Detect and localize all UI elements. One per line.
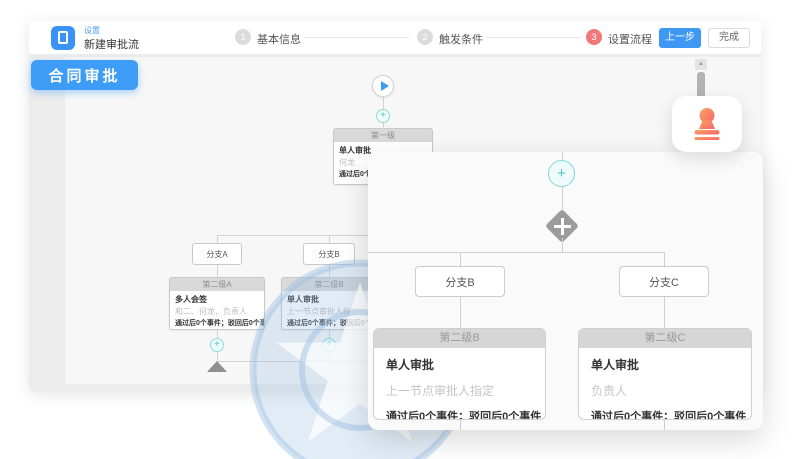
- approval-node-level2b[interactable]: 第二级B 单人审批 上一节点审批人指定 通过后0个事件；驳回后0个事件: [373, 328, 546, 420]
- connector: [664, 420, 665, 430]
- node-type: 单人审批: [591, 356, 741, 373]
- connector: [664, 297, 665, 328]
- node-title: 第一级: [334, 129, 432, 142]
- finish-button[interactable]: 完成: [708, 28, 750, 48]
- scrollbar-up-button[interactable]: ▲: [695, 59, 707, 70]
- node-type: 单人审批: [287, 294, 371, 306]
- connector: [217, 235, 218, 243]
- connector: [217, 235, 389, 236]
- connector: [368, 252, 664, 253]
- connector: [562, 238, 563, 252]
- connector: [329, 235, 330, 243]
- step-connector: [305, 37, 409, 38]
- node-title: 第二级B: [374, 329, 545, 348]
- node-events: 通过后0个事件；驳回后0个事件: [287, 318, 371, 329]
- branch-node-b[interactable]: 分支B: [303, 243, 355, 265]
- connector: [217, 352, 218, 361]
- connector: [460, 420, 461, 430]
- connector: [217, 265, 218, 277]
- page-title: 新建审批流: [84, 36, 139, 52]
- step-3-label[interactable]: 设置流程: [608, 31, 652, 47]
- add-node-button[interactable]: +: [376, 109, 390, 123]
- connector: [460, 297, 461, 328]
- branch-node-b[interactable]: 分支B: [415, 266, 505, 297]
- document-icon: [58, 31, 68, 44]
- step-3-circle[interactable]: 3: [586, 29, 602, 45]
- add-node-button[interactable]: +: [210, 338, 224, 352]
- step-connector: [487, 37, 581, 38]
- node-events: 通过后0个事件；驳回后0个事件: [591, 408, 741, 420]
- stamp-card: [672, 96, 742, 152]
- node-events: 通过后0个事件；驳回后0个事件: [175, 318, 259, 329]
- approval-node-level2b[interactable]: 第二级B 单人审批 上一节点审批人指定 通过后0个事件；驳回后0个事件: [281, 277, 377, 330]
- prev-step-button[interactable]: 上一步: [659, 28, 701, 48]
- step-2-circle[interactable]: 2: [417, 29, 433, 45]
- branch-node-c[interactable]: 分支C: [619, 266, 709, 297]
- connector: [329, 265, 330, 277]
- connector: [664, 252, 665, 266]
- merge-arrow-icon: [207, 361, 227, 372]
- stamp-icon: [689, 106, 725, 142]
- step-2-label[interactable]: 触发条件: [439, 31, 483, 47]
- node-assignee: 上一节点审批人指定: [386, 382, 535, 399]
- connector: [329, 352, 330, 361]
- step-1-label[interactable]: 基本信息: [257, 31, 301, 47]
- flow-name-badge: 合同审批: [31, 60, 138, 90]
- screen: 设置 新建审批流 1 基本信息 2 触发条件 3 设置流程 上一步 完成 +: [0, 0, 792, 459]
- start-node[interactable]: [372, 75, 394, 97]
- plus-icon: [561, 218, 564, 235]
- add-node-button[interactable]: +: [322, 338, 336, 352]
- node-assignee: 负责人: [591, 382, 741, 399]
- branch-node-a[interactable]: 分支A: [192, 243, 242, 265]
- connector: [383, 97, 384, 109]
- connector: [217, 330, 218, 338]
- node-assignee: 和二、何龙、负责人: [175, 306, 259, 318]
- app-logo-icon: [51, 26, 75, 50]
- node-title: 第二级C: [579, 329, 751, 348]
- node-title: 第二级B: [282, 278, 376, 291]
- app-section-label: 设置: [84, 25, 100, 36]
- step-1-circle[interactable]: 1: [235, 29, 251, 45]
- zoom-preview-panel: + 分支B 分支C 第二级B 单人审批 上一节点审批人指定 通过后0个事件；驳回…: [368, 152, 763, 430]
- add-node-button[interactable]: +: [548, 160, 575, 187]
- node-assignee: 上一节点审批人指定: [287, 306, 371, 318]
- approval-node-level2c[interactable]: 第二级C 单人审批 负责人 通过后0个事件；驳回后0个事件: [578, 328, 752, 420]
- header-bar: 设置 新建审批流 1 基本信息 2 触发条件 3 设置流程 上一步 完成: [29, 21, 761, 54]
- connector: [460, 252, 461, 266]
- node-events: 通过后0个事件；驳回后0个事件: [386, 408, 535, 420]
- approval-node-level2a[interactable]: 第二级A 多人会签 和二、何龙、负责人 通过后0个事件；驳回后0个事件: [169, 277, 265, 330]
- node-title: 第二级A: [170, 278, 264, 291]
- node-type: 多人会签: [175, 294, 259, 306]
- connector: [329, 330, 330, 338]
- play-icon: [381, 81, 389, 91]
- node-type: 单人审批: [386, 356, 535, 373]
